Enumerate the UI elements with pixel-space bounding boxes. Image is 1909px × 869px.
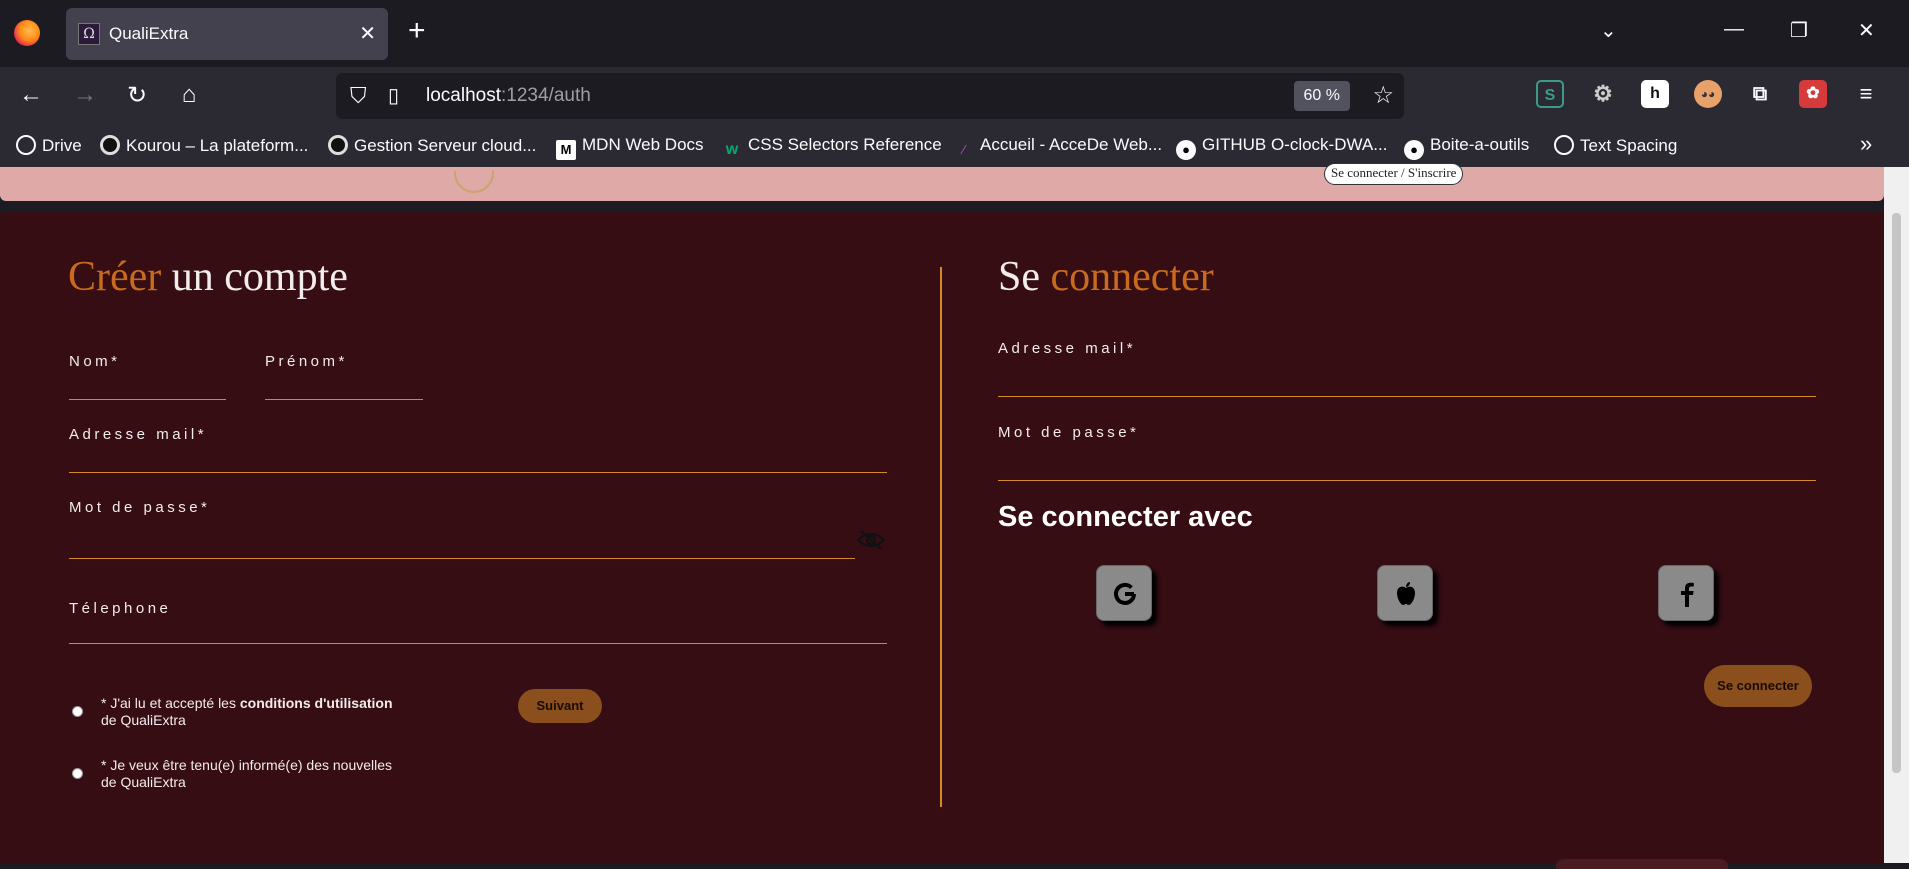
page-info-icon[interactable]: ▯ <box>388 83 399 108</box>
tab-qualiextra[interactable]: Ω QualiExtra ✕ <box>66 8 388 60</box>
login-email-label: Adresse mail* <box>998 340 1137 357</box>
bookmark-item[interactable]: Drive <box>16 135 82 156</box>
terms-radio[interactable] <box>72 706 83 717</box>
restore-icon[interactable]: ❐ <box>1790 18 1808 43</box>
nav-bar: ← → ↻ ⌂ ⛉ ▯ localhost:1234/auth 60 % ☆ S… <box>0 67 1909 125</box>
signup-title: Créer un compte <box>68 254 348 300</box>
bookmarks-bar: Drive Kourou – La plateform... Gestion S… <box>0 125 1909 167</box>
newsletter-radio[interactable] <box>72 768 83 779</box>
home-icon[interactable]: ⌂ <box>174 81 204 109</box>
login-email-field[interactable] <box>998 396 1816 397</box>
login-submit-button[interactable]: Se connecter <box>1704 665 1812 707</box>
signup-password-field[interactable] <box>69 558 855 559</box>
phone-label: Télephone <box>69 600 172 617</box>
tab-bar: Ω QualiExtra ✕ + ⌄ — ❐ ✕ <box>0 0 1909 67</box>
github-icon: ● <box>1404 140 1424 160</box>
menu-icon[interactable]: ≡ <box>1852 80 1880 108</box>
w3schools-icon: w <box>725 141 739 158</box>
login-signup-button[interactable]: Se connecter / S'inscrire <box>1324 163 1464 185</box>
signup-password-label: Mot de passe* <box>69 499 211 516</box>
phone-field[interactable] <box>69 643 887 644</box>
shield-icon[interactable]: ⛉ <box>350 83 367 109</box>
bookmark-item[interactable]: Kourou – La plateform... <box>100 135 308 156</box>
facebook-icon <box>1681 582 1694 607</box>
site-logo[interactable] <box>454 171 494 193</box>
window-close-icon[interactable]: ✕ <box>1858 18 1875 43</box>
login-password-label: Mot de passe* <box>998 424 1140 441</box>
google-login-button[interactable] <box>1096 565 1152 621</box>
bookmark-item[interactable]: ⁄ Accueil - AcceDe Web... <box>954 135 1162 160</box>
bookmark-item[interactable]: ● GITHUB O-clock-DWA... <box>1176 135 1387 160</box>
terms-text: * J'ai lu et accepté les conditions d'ut… <box>101 695 393 728</box>
extension-avatar-icon[interactable]: ◕◕ <box>1694 80 1722 108</box>
next-button[interactable]: Suivant <box>518 689 602 723</box>
bookmark-item[interactable]: ● Boite-a-outils <box>1404 135 1529 160</box>
bookmark-item[interactable]: Gestion Serveur cloud... <box>328 135 536 156</box>
signup-email-field[interactable] <box>69 472 887 473</box>
bookmarks-overflow-icon[interactable]: » <box>1860 131 1872 157</box>
back-icon[interactable]: ← <box>16 81 46 109</box>
login-title: Se connecter <box>998 254 1214 300</box>
apple-icon <box>1397 582 1415 605</box>
footer-edge <box>1556 859 1728 869</box>
kourou-icon <box>100 135 120 155</box>
forward-icon[interactable]: → <box>70 81 100 109</box>
prenom-field[interactable] <box>265 399 423 400</box>
bookmark-star-icon[interactable]: ☆ <box>1372 81 1394 110</box>
nom-label: Nom* <box>69 353 121 370</box>
bookmark-item[interactable]: Text Spacing <box>1554 135 1677 156</box>
nom-field[interactable] <box>69 399 226 400</box>
prenom-label: Prénom* <box>265 353 348 370</box>
minimize-icon[interactable]: — <box>1724 18 1744 41</box>
tab-close-icon[interactable]: ✕ <box>359 21 376 46</box>
tab-list-icon[interactable]: ⌄ <box>1600 18 1617 43</box>
signup-email-label: Adresse mail* <box>69 426 208 443</box>
bookmark-item[interactable]: M MDN Web Docs <box>556 135 704 160</box>
terms-link[interactable]: conditions d'utilisation <box>240 695 393 711</box>
zoom-indicator[interactable]: 60 % <box>1293 81 1350 111</box>
extension-h-icon[interactable]: h <box>1641 80 1669 108</box>
new-tab-icon[interactable]: + <box>408 16 426 46</box>
auth-panel: Créer un compte Nom* Prénom* Adresse mai… <box>0 211 1884 869</box>
bookmark-item[interactable]: w CSS Selectors Reference <box>722 135 942 160</box>
reload-icon[interactable]: ↻ <box>122 81 152 110</box>
eye-slash-icon[interactable] <box>856 529 886 551</box>
login-password-field[interactable] <box>998 480 1816 481</box>
github-icon: ● <box>1176 140 1196 160</box>
extensions-puzzle-icon[interactable]: ⧉ <box>1746 80 1774 108</box>
column-divider <box>940 267 942 807</box>
extension-s-icon[interactable]: S <box>1536 80 1564 108</box>
extension-red-icon[interactable]: ✿ <box>1799 80 1827 108</box>
url-bar[interactable]: ⛉ ▯ localhost:1234/auth 60 % ☆ <box>336 73 1404 119</box>
site-header: Se connecter / S'inscrire <box>0 163 1884 201</box>
tab-favicon-icon: Ω <box>78 23 100 45</box>
apple-login-button[interactable] <box>1377 565 1433 621</box>
firefox-icon[interactable] <box>14 20 40 46</box>
facebook-login-button[interactable] <box>1658 565 1714 621</box>
scrollbar-thumb[interactable] <box>1892 213 1901 773</box>
mdn-icon: M <box>556 140 576 160</box>
google-icon <box>1114 582 1136 605</box>
page-viewport: Se connecter / S'inscrire Créer un compt… <box>0 163 1884 869</box>
globe-icon <box>16 135 36 155</box>
social-login-title: Se connecter avec <box>998 501 1253 533</box>
globe-icon <box>1554 135 1574 155</box>
cloud-icon <box>328 135 348 155</box>
page-scrollbar[interactable] <box>1884 167 1909 863</box>
tab-title: QualiExtra <box>109 24 189 43</box>
newsletter-text: * Je veux être tenu(e) informé(e) des no… <box>101 757 393 790</box>
url-text: localhost:1234/auth <box>426 85 591 106</box>
accede-icon: ⁄ <box>962 142 966 157</box>
extension-gear-icon[interactable]: ⚙ <box>1589 80 1617 108</box>
